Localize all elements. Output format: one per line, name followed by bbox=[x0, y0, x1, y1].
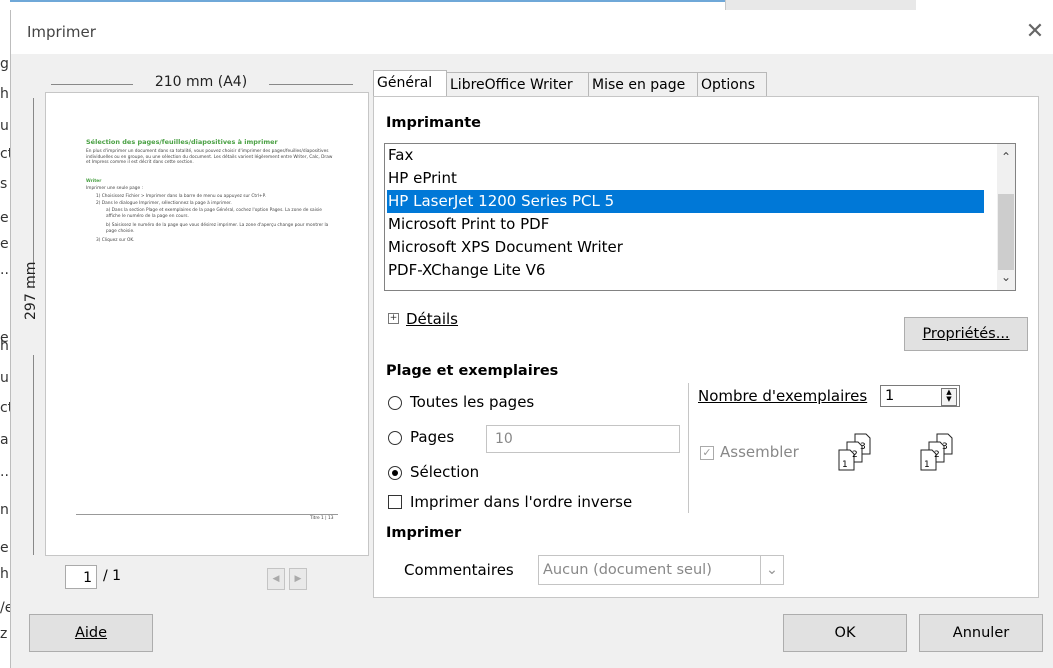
collate-checkbox[interactable]: ✓ bbox=[700, 446, 714, 460]
reverse-order-checkbox[interactable] bbox=[388, 495, 402, 509]
background-window-edge bbox=[0, 0, 725, 2]
dialog-title: Imprimer bbox=[27, 23, 96, 41]
copies-label: Nombre d'exemplaires bbox=[698, 387, 867, 405]
background-text-fragment: u bbox=[0, 118, 9, 134]
printer-item[interactable]: Microsoft XPS Document Writer bbox=[387, 236, 984, 259]
background-text-fragment: h bbox=[0, 566, 9, 582]
preview-doc-step: a) Dans la section Plage et exemplaires … bbox=[106, 208, 322, 219]
background-text-fragment: h bbox=[0, 86, 9, 102]
reverse-order-label[interactable]: Imprimer dans l'ordre inverse bbox=[410, 493, 632, 511]
preview-footer: Titre 1 | 13 bbox=[310, 516, 334, 521]
background-text-fragment: h bbox=[0, 338, 9, 354]
printer-list[interactable]: Fax HP ePrint HP LaserJet 1200 Series PC… bbox=[384, 143, 1016, 291]
background-text-fragment: e bbox=[0, 210, 9, 226]
printer-item[interactable]: Microsoft Print to PDF bbox=[387, 213, 984, 236]
all-pages-radio[interactable] bbox=[388, 396, 402, 410]
svg-text:2: 2 bbox=[852, 450, 858, 460]
page-total: / 1 bbox=[103, 568, 122, 584]
page-preview: Sélection des pages/feuilles/diapositive… bbox=[45, 92, 369, 556]
comments-label: Commentaires bbox=[404, 561, 514, 579]
selection-label[interactable]: Sélection bbox=[410, 463, 479, 481]
background-text-fragment: n bbox=[0, 502, 9, 518]
tab-options[interactable]: Options bbox=[697, 72, 767, 96]
svg-text:2: 2 bbox=[934, 450, 940, 460]
collate-pages-icon: 3 2 1 bbox=[920, 433, 953, 471]
background-text-fragment: g bbox=[0, 56, 9, 72]
svg-text:3: 3 bbox=[860, 442, 866, 452]
background-window-toolbar bbox=[725, 0, 916, 10]
pages-label[interactable]: Pages bbox=[410, 428, 454, 446]
preview-doc-step: b) Saisissez le numéro de la page que vo… bbox=[106, 223, 329, 234]
background-text-fragment: a bbox=[0, 432, 9, 448]
printer-section-title: Imprimante bbox=[386, 115, 481, 131]
tab-mise-en-page[interactable]: Mise en page bbox=[588, 72, 698, 96]
preview-doc-intro: En plus d'imprimer un document dans sa t… bbox=[86, 149, 333, 165]
tab-general[interactable]: Général bbox=[373, 70, 447, 97]
preview-doc-step: 1) Choisissez Fichier > Imprimer dans la… bbox=[96, 194, 266, 199]
height-dimension-line bbox=[33, 355, 34, 555]
preview-doc-step: 3) Cliquez sur OK. bbox=[96, 238, 135, 243]
title-bar: Imprimer ✕ bbox=[11, 10, 1053, 54]
tab-libreoffice-writer[interactable]: LibreOffice Writer bbox=[446, 72, 589, 96]
printer-item[interactable]: HP ePrint bbox=[387, 167, 984, 190]
page-number-input[interactable]: 1 bbox=[65, 565, 97, 589]
preview-doc-subtitle: Writer bbox=[86, 179, 102, 184]
copies-text: Nombre d'exemplaires bbox=[698, 387, 868, 405]
properties-label: Propriétés... bbox=[922, 326, 1010, 342]
help-label: Aide bbox=[74, 625, 108, 641]
range-section-title: Plage et exemplaires bbox=[386, 363, 559, 379]
chevron-right-icon: ▶ bbox=[294, 574, 302, 584]
range-separator bbox=[688, 383, 689, 513]
preview-doc-step: 2) Dans le dialogue Imprimer, sélectionn… bbox=[96, 201, 232, 206]
print-section-title: Imprimer bbox=[386, 525, 462, 541]
comments-value: Aucun (document seul) bbox=[543, 562, 712, 578]
comments-select[interactable]: Aucun (document seul) ⌄ bbox=[538, 555, 784, 585]
copies-spinbox[interactable]: 1 ▲ ▼ bbox=[880, 385, 960, 407]
background-document-strip: g h u ct s e e... e h u ct a... n e h/e z bbox=[0, 0, 13, 668]
background-text-fragment: u bbox=[0, 370, 9, 386]
scrollbar-thumb[interactable] bbox=[998, 194, 1014, 270]
close-icon[interactable]: ✕ bbox=[1021, 18, 1049, 46]
pages-radio[interactable] bbox=[388, 431, 402, 445]
collate-label[interactable]: Assembler bbox=[720, 443, 799, 461]
background-text-fragment: e bbox=[0, 236, 9, 252]
print-dialog: Imprimer ✕ 210 mm (A4) 297 mm Sélection … bbox=[10, 10, 1053, 668]
background-text-fragment: z bbox=[0, 626, 8, 642]
svg-text:1: 1 bbox=[924, 460, 930, 470]
printer-item[interactable]: PDF-XChange Lite V6 bbox=[387, 259, 984, 282]
preview-footer-line bbox=[76, 514, 338, 515]
printer-item[interactable]: Fax bbox=[387, 144, 984, 167]
copies-value: 1 bbox=[885, 388, 895, 404]
chevron-down-icon: ⌄ bbox=[760, 556, 783, 584]
spin-arrows-icon[interactable]: ▲ ▼ bbox=[941, 388, 957, 406]
printer-item-selected[interactable]: HP LaserJet 1200 Series PCL 5 bbox=[387, 190, 984, 213]
width-dimension-line bbox=[269, 84, 353, 85]
collate-pages-icon: 3 2 1 bbox=[838, 433, 871, 471]
background-text-fragment: e bbox=[0, 540, 9, 556]
help-button[interactable]: Aide bbox=[29, 614, 153, 652]
properties-button[interactable]: Propriétés... bbox=[904, 317, 1028, 351]
pages-input[interactable]: 10 bbox=[486, 425, 680, 453]
preview-doc-title: Sélection des pages/feuilles/diapositive… bbox=[86, 138, 278, 146]
expand-plus-icon[interactable]: + bbox=[388, 313, 399, 324]
previous-page-button[interactable]: ◀ bbox=[267, 568, 285, 590]
details-label[interactable]: Détails bbox=[406, 310, 458, 328]
page-width-label: 210 mm (A4) bbox=[154, 74, 248, 90]
all-pages-label[interactable]: Toutes les pages bbox=[410, 393, 534, 411]
height-dimension-line bbox=[33, 98, 34, 288]
cancel-button[interactable]: Annuler bbox=[919, 614, 1043, 652]
details-text: Détails bbox=[406, 310, 459, 328]
chevron-left-icon: ◀ bbox=[272, 574, 280, 584]
background-text-fragment: s bbox=[0, 176, 8, 192]
chevron-down-icon[interactable]: ⌄ bbox=[997, 268, 1015, 286]
ok-button[interactable]: OK bbox=[783, 614, 907, 652]
general-tab-panel: Imprimante Fax HP ePrint HP LaserJet 120… bbox=[373, 96, 1039, 598]
next-page-button[interactable]: ▶ bbox=[289, 568, 307, 590]
page-height-label: 297 mm bbox=[23, 261, 39, 320]
preview-doc-line: Imprimer une seule page : bbox=[86, 186, 143, 191]
svg-text:1: 1 bbox=[842, 460, 848, 470]
svg-text:3: 3 bbox=[942, 442, 948, 452]
chevron-up-icon[interactable]: ⌃ bbox=[997, 148, 1015, 166]
selection-radio[interactable] bbox=[388, 466, 402, 480]
